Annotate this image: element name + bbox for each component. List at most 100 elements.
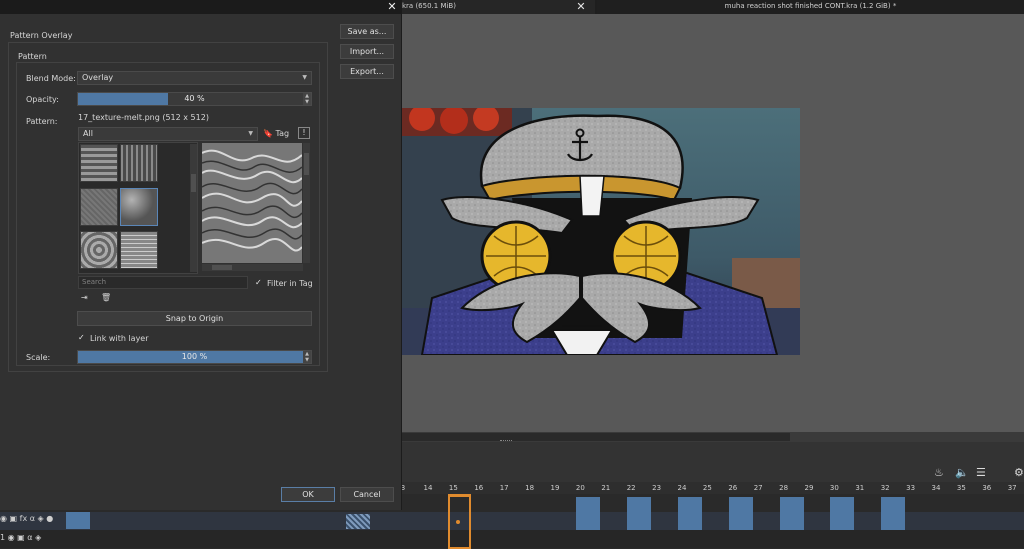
frame-number-label[interactable]: 26: [723, 484, 743, 492]
filter-in-tag-checkbox[interactable]: ✓: [255, 279, 263, 287]
frame-number-label[interactable]: 24: [672, 484, 692, 492]
frame-number-label[interactable]: 30: [824, 484, 844, 492]
frame-number-label[interactable]: 23: [647, 484, 667, 492]
scale-value: 100 %: [181, 352, 208, 361]
pattern-preview-image: [202, 143, 302, 263]
menu-icon[interactable]: ☰: [976, 466, 986, 479]
layer-style-dialog: ✕ Pattern Overlay Pattern Blend Mode: Ov…: [0, 0, 402, 510]
section-title: Pattern Overlay: [10, 31, 73, 40]
keyframe[interactable]: [729, 497, 753, 530]
pattern-preview: [202, 143, 302, 263]
keyframe[interactable]: [678, 497, 702, 530]
ok-button[interactable]: OK: [281, 487, 335, 502]
pattern-filter-value: All: [83, 129, 93, 138]
layer-properties-icons[interactable]: 1 ◉ ▣ α ◈: [0, 533, 41, 542]
layer-properties-icons[interactable]: ◉ ▣ fx α ◈ ●: [0, 514, 53, 523]
pattern-filter-combo[interactable]: All ▼: [78, 127, 258, 141]
blend-mode-value: Overlay: [82, 73, 114, 82]
frame-number-label[interactable]: 18: [520, 484, 540, 492]
frame-number-label[interactable]: 33: [901, 484, 921, 492]
dialog-close-icon[interactable]: ✕: [385, 0, 399, 14]
pattern-thumbnail[interactable]: [80, 188, 118, 226]
blend-mode-combo[interactable]: Overlay ▼: [77, 71, 312, 85]
frame-number-label[interactable]: 36: [977, 484, 997, 492]
keyframe-hold[interactable]: [346, 514, 370, 529]
link-with-layer-label: Link with layer: [90, 334, 149, 343]
pattern-search-input[interactable]: Search: [78, 276, 248, 289]
tag-button[interactable]: 🔖 Tag: [263, 129, 289, 138]
spin-arrows-icon[interactable]: ▲ ▼: [303, 351, 311, 363]
captain-illustration: [402, 108, 800, 355]
frame-number-label[interactable]: 35: [951, 484, 971, 492]
keyframe[interactable]: [576, 497, 600, 530]
keyframe[interactable]: [627, 497, 651, 530]
settings-icon[interactable]: ⚙: [1014, 466, 1024, 479]
scrollbar-thumb[interactable]: [402, 433, 790, 441]
pattern-thumbnail[interactable]: [120, 231, 158, 269]
frame-number-label[interactable]: 22: [621, 484, 641, 492]
playhead[interactable]: [448, 494, 471, 497]
frame-number-label[interactable]: 16: [469, 484, 489, 492]
pattern-thumbnail-selected[interactable]: [120, 188, 158, 226]
frame-number-label[interactable]: 32: [875, 484, 895, 492]
frame-number-label[interactable]: 34: [926, 484, 946, 492]
close-tab-icon[interactable]: ✕: [574, 0, 588, 14]
scale-slider[interactable]: 100 % ▲ ▼: [77, 350, 312, 364]
pattern-thumbnail[interactable]: [80, 231, 118, 269]
frame-number-label[interactable]: 15: [443, 484, 463, 492]
layer-row-label: 1: [0, 533, 6, 542]
filter-in-tag-label: Filter in Tag: [267, 279, 313, 288]
keyframe[interactable]: [881, 497, 905, 530]
document-tab-1[interactable]: kra (650.1 MiB): [400, 0, 595, 14]
pattern-grid-scrollbar[interactable]: [190, 144, 197, 272]
timeline-toolbar: [402, 442, 1024, 482]
canvas-horizontal-scrollbar[interactable]: [402, 432, 1024, 442]
scrollbar-thumb[interactable]: [304, 153, 309, 175]
frame-number-label[interactable]: 25: [697, 484, 717, 492]
chevron-down-icon: ▼: [302, 74, 307, 81]
preview-horizontal-scrollbar[interactable]: [202, 264, 303, 271]
delete-resource-icon[interactable]: 🗑: [101, 293, 111, 302]
opacity-label: Opacity:: [26, 95, 59, 104]
save-as-button[interactable]: Save as...: [340, 24, 394, 39]
onion-skin-icon[interactable]: ♨: [934, 466, 944, 479]
opacity-value: 40 %: [184, 94, 205, 103]
frame-number-label[interactable]: 21: [596, 484, 616, 492]
layer-track-row[interactable]: [0, 530, 1024, 548]
frame-number-label[interactable]: 37: [1002, 484, 1022, 492]
link-with-layer-checkbox[interactable]: ✓: [78, 334, 86, 342]
audio-icon[interactable]: 🔈: [955, 466, 969, 479]
keyframe[interactable]: [830, 497, 854, 530]
scrollbar-thumb[interactable]: [212, 265, 232, 270]
dialog-titlebar: [0, 0, 402, 14]
preview-vertical-scrollbar[interactable]: [303, 143, 310, 263]
tag-label: Tag: [275, 129, 290, 138]
tag-info-icon[interactable]: !: [298, 127, 310, 139]
frame-number-label[interactable]: 28: [774, 484, 794, 492]
pattern-thumbnail[interactable]: [80, 144, 118, 182]
frame-number-label[interactable]: 14: [418, 484, 438, 492]
frame-number-label[interactable]: 31: [850, 484, 870, 492]
bookmark-icon: 🔖: [263, 129, 273, 138]
frame-number-label[interactable]: 29: [799, 484, 819, 492]
document-tab-2[interactable]: muha reaction shot finished CONT.kra (1.…: [597, 0, 1024, 14]
frame-number-label[interactable]: 27: [748, 484, 768, 492]
layer-track-row[interactable]: [0, 512, 1024, 530]
snap-to-origin-button[interactable]: Snap to Origin: [77, 311, 312, 326]
pattern-thumbnail[interactable]: [120, 144, 158, 182]
frame-number-label[interactable]: 19: [545, 484, 565, 492]
import-resource-icon[interactable]: ⇥: [81, 293, 88, 302]
scrollbar-thumb[interactable]: [191, 174, 196, 192]
export-button[interactable]: Export...: [340, 64, 394, 79]
frame-number-label[interactable]: 17: [494, 484, 514, 492]
keyframe[interactable]: [66, 512, 90, 529]
spin-arrows-icon[interactable]: ▲ ▼: [303, 93, 311, 105]
import-button[interactable]: Import...: [340, 44, 394, 59]
blend-mode-label: Blend Mode:: [26, 74, 76, 83]
frame-number-label[interactable]: 20: [570, 484, 590, 492]
canvas-artwork[interactable]: [402, 108, 800, 355]
cancel-button[interactable]: Cancel: [340, 487, 394, 502]
keyframe[interactable]: [780, 497, 804, 530]
pattern-filename: 17_texture-melt.png (512 x 512): [78, 113, 209, 122]
opacity-slider[interactable]: 40 % ▲ ▼: [77, 92, 312, 106]
